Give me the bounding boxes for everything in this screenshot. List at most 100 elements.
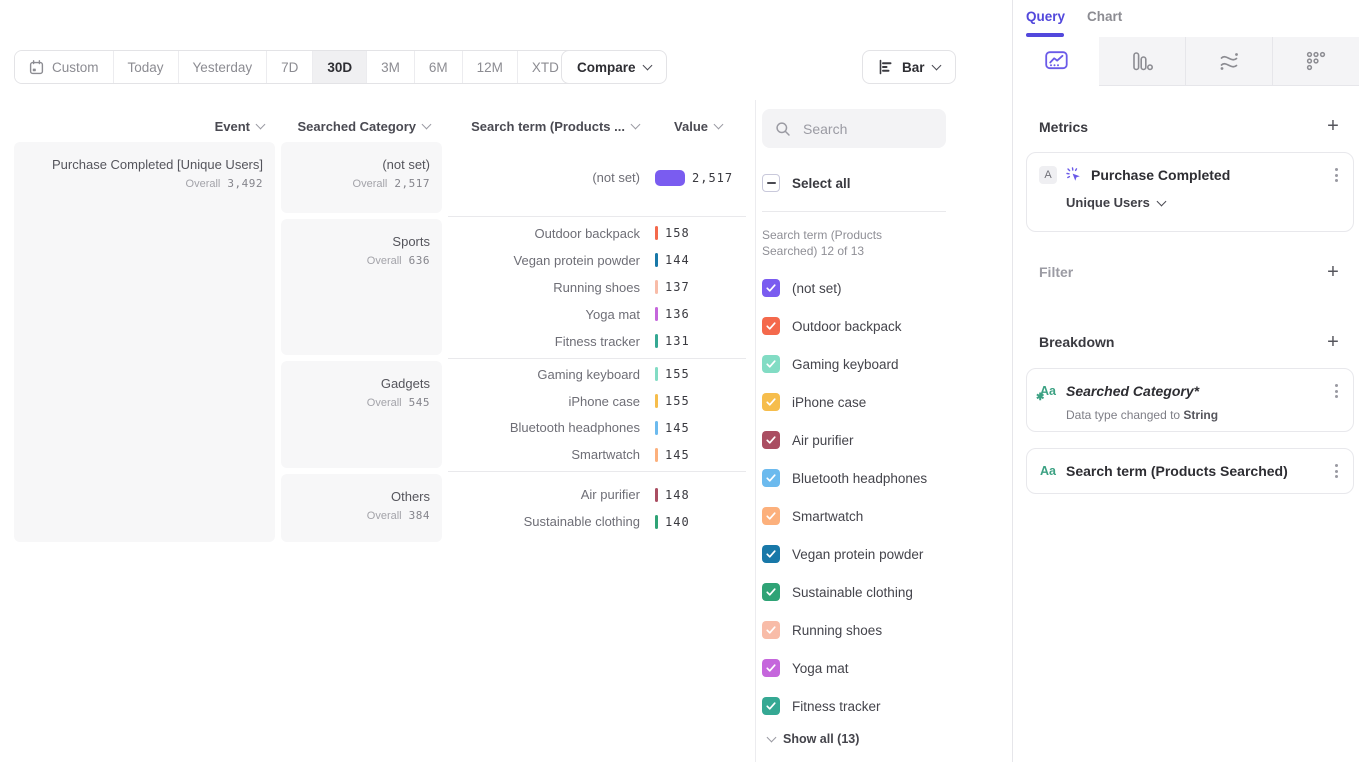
term-bar[interactable] xyxy=(655,253,658,267)
term-label: Running shoes xyxy=(448,280,655,295)
filter-item-label: Sustainable clothing xyxy=(792,585,913,600)
term-bar[interactable] xyxy=(655,394,658,408)
kebab-menu-icon[interactable] xyxy=(1332,461,1341,481)
event-overall: Overall3,492 xyxy=(14,177,263,190)
breakdown-card-search-term[interactable]: Aa Search term (Products Searched) xyxy=(1026,448,1354,494)
breakdown-card-searched-category[interactable]: Aa✱ Searched Category* Data type changed… xyxy=(1026,368,1354,432)
column-header-label: Searched Category xyxy=(298,119,417,134)
date-range-30d[interactable]: 30D xyxy=(313,51,367,83)
add-metric-button[interactable]: + xyxy=(1322,115,1344,137)
term-bar[interactable] xyxy=(655,307,658,321)
category-card-others[interactable]: OthersOverall384 xyxy=(281,474,442,542)
chart-type-button[interactable]: Bar xyxy=(862,50,956,84)
category-card-not-set[interactable]: (not set)Overall2,517 xyxy=(281,142,442,213)
tab-insights[interactable] xyxy=(1013,37,1099,86)
column-header-category[interactable]: Searched Category xyxy=(281,117,430,135)
filter-item-running-shoes[interactable]: Running shoes xyxy=(762,611,927,649)
note-value: String xyxy=(1183,408,1218,422)
term-bar[interactable] xyxy=(655,488,658,502)
term-value: 140 xyxy=(665,515,690,529)
term-bar[interactable] xyxy=(655,280,658,294)
term-label: Air purifier xyxy=(448,487,655,502)
date-range-label: 30D xyxy=(327,60,352,75)
date-range-6m[interactable]: 6M xyxy=(415,51,463,83)
term-bar[interactable] xyxy=(655,421,658,435)
checkbox[interactable] xyxy=(762,355,780,373)
term-bar[interactable] xyxy=(655,226,658,240)
kebab-menu-icon[interactable] xyxy=(1332,165,1341,185)
calendar-icon xyxy=(29,60,44,75)
date-range-12m[interactable]: 12M xyxy=(463,51,518,83)
tab-chart[interactable]: Chart xyxy=(1087,9,1122,24)
term-bar[interactable] xyxy=(655,367,658,381)
column-header-event[interactable]: Event xyxy=(14,117,264,135)
checkbox[interactable] xyxy=(762,583,780,601)
select-all-checkbox[interactable] xyxy=(762,174,780,192)
show-all-button[interactable]: Show all (13) xyxy=(768,732,859,746)
date-range-7d[interactable]: 7D xyxy=(267,51,313,83)
category-card-sports[interactable]: SportsOverall636 xyxy=(281,219,442,355)
measure-dropdown[interactable]: Unique Users xyxy=(1066,195,1165,210)
tab-flows[interactable] xyxy=(1185,37,1272,86)
search-input[interactable] xyxy=(801,120,933,138)
filter-heading: Filter xyxy=(1039,264,1073,280)
filter-item-gaming-keyboard[interactable]: Gaming keyboard xyxy=(762,345,927,383)
segment-search-box[interactable] xyxy=(762,109,946,148)
checkbox[interactable] xyxy=(762,393,780,411)
filter-checkbox-list: (not set)Outdoor backpackGaming keyboard… xyxy=(762,269,927,725)
filter-item-outdoor-backpack[interactable]: Outdoor backpack xyxy=(762,307,927,345)
column-header-value[interactable]: Value xyxy=(655,117,722,135)
event-card[interactable]: Purchase Completed [Unique Users] Overal… xyxy=(14,142,275,542)
date-range-3m[interactable]: 3M xyxy=(367,51,415,83)
filter-item-label: Yoga mat xyxy=(792,661,849,676)
tab-funnels[interactable] xyxy=(1099,37,1185,86)
tab-query[interactable]: Query xyxy=(1026,9,1065,24)
column-header-label: Event xyxy=(215,119,250,134)
term-row-yoga-mat: Yoga mat136 xyxy=(448,301,746,328)
checkbox[interactable] xyxy=(762,317,780,335)
date-range-yesterday[interactable]: Yesterday xyxy=(179,51,268,83)
filter-item-vegan-protein-powder[interactable]: Vegan protein powder xyxy=(762,535,927,573)
add-filter-button[interactable]: + xyxy=(1322,261,1344,283)
filter-item-label: iPhone case xyxy=(792,395,866,410)
category-card-gadgets[interactable]: GadgetsOverall545 xyxy=(281,361,442,468)
column-header-search-term[interactable]: Search term (Products ... xyxy=(448,117,639,135)
date-range-today[interactable]: Today xyxy=(114,51,179,83)
checkbox[interactable] xyxy=(762,545,780,563)
checkbox[interactable] xyxy=(762,697,780,715)
date-range-custom[interactable]: Custom xyxy=(15,51,114,83)
add-breakdown-button[interactable]: + xyxy=(1322,331,1344,353)
check-icon xyxy=(764,433,778,447)
term-bar[interactable] xyxy=(655,170,685,186)
term-bar[interactable] xyxy=(655,448,658,462)
search-icon xyxy=(775,121,791,137)
filter-item-iphone-case[interactable]: iPhone case xyxy=(762,383,927,421)
term-bar[interactable] xyxy=(655,334,658,348)
checkbox[interactable] xyxy=(762,469,780,487)
term-value: 145 xyxy=(665,448,690,462)
filter-item-sustainable-clothing[interactable]: Sustainable clothing xyxy=(762,573,927,611)
filter-item-air-purifier[interactable]: Air purifier xyxy=(762,421,927,459)
kebab-menu-icon[interactable] xyxy=(1332,381,1341,401)
term-bar[interactable] xyxy=(655,515,658,529)
checkbox[interactable] xyxy=(762,507,780,525)
term-row-group-not-set: (not set)2,517 xyxy=(448,142,746,213)
filter-item-label: Air purifier xyxy=(792,433,854,448)
checkbox[interactable] xyxy=(762,621,780,639)
category-overall: Overall636 xyxy=(281,254,430,267)
filter-item-label: Vegan protein powder xyxy=(792,547,923,562)
checkbox[interactable] xyxy=(762,659,780,677)
term-row-gaming-keyboard: Gaming keyboard155 xyxy=(448,361,746,388)
compare-button[interactable]: Compare xyxy=(561,50,667,84)
select-all-row[interactable]: Select all xyxy=(762,174,851,192)
filter-item-smartwatch[interactable]: Smartwatch xyxy=(762,497,927,535)
filter-item-yoga-mat[interactable]: Yoga mat xyxy=(762,649,927,687)
tab-retention[interactable] xyxy=(1272,37,1359,86)
checkbox[interactable] xyxy=(762,431,780,449)
filter-item-fitness-tracker[interactable]: Fitness tracker xyxy=(762,687,927,725)
check-icon xyxy=(764,357,778,371)
checkbox[interactable] xyxy=(762,279,780,297)
filter-item-bluetooth-headphones[interactable]: Bluetooth headphones xyxy=(762,459,927,497)
filter-item-not-set[interactable]: (not set) xyxy=(762,269,927,307)
metric-card[interactable]: A Purchase Completed Unique Users xyxy=(1026,152,1354,232)
